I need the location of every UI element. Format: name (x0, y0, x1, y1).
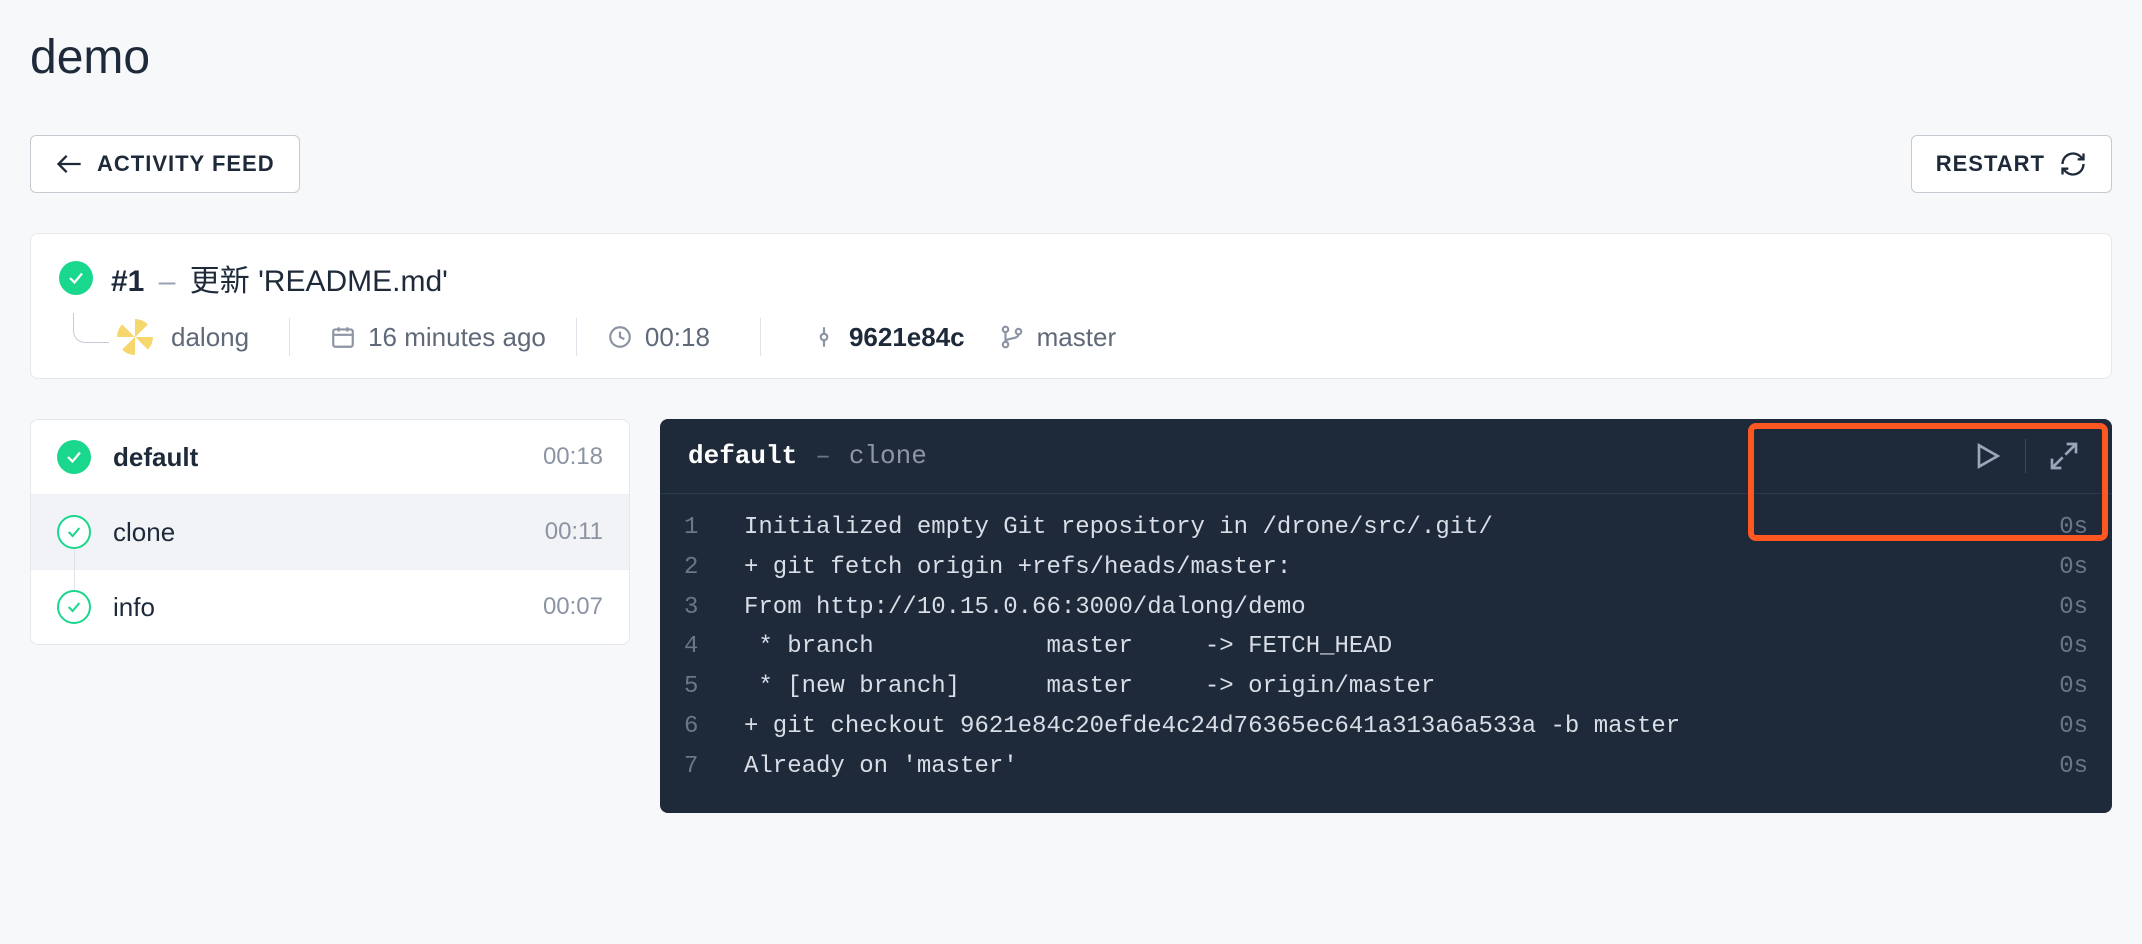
log-line-text: Initialized empty Git repository in /dro… (744, 508, 2039, 548)
log-header: default – clone (660, 419, 2112, 494)
meta-connector (73, 313, 109, 343)
calendar-icon (330, 324, 356, 350)
build-message: 更新 'README.md' (190, 265, 448, 298)
expand-icon (2048, 440, 2080, 472)
log-breadcrumb: default – clone (688, 441, 927, 471)
log-line-duration: 0s (2059, 508, 2088, 548)
log-line-text: * [new branch] master -> origin/master (744, 667, 2039, 707)
log-line-duration: 0s (2059, 667, 2088, 707)
log-line: 6 + git checkout 9621e84c20efde4c24d7636… (684, 707, 2088, 747)
log-stage: default (688, 441, 797, 471)
follow-logs-button[interactable] (1961, 435, 2013, 477)
build-time-ago: 16 minutes ago (330, 322, 546, 353)
log-line: 1 Initialized empty Git repository in /d… (684, 508, 2088, 548)
avatar (117, 319, 153, 355)
arrow-left-icon (55, 150, 83, 178)
action-divider (2025, 439, 2026, 473)
meta-separator (576, 318, 577, 356)
log-line-duration: 0s (2059, 627, 2088, 667)
stage-name: default (113, 442, 543, 473)
log-panel: default – clone 1 Init (660, 419, 2112, 813)
log-line-number: 3 (684, 588, 744, 628)
step-name: info (113, 592, 543, 623)
activity-feed-button[interactable]: ACTIVITY FEED (30, 135, 300, 193)
log-line-number: 5 (684, 667, 744, 707)
log-line: 4 * branch master -> FETCH_HEAD 0s (684, 627, 2088, 667)
log-line-number: 2 (684, 548, 744, 588)
log-line-number: 4 (684, 627, 744, 667)
step-name: clone (113, 517, 545, 548)
meta-separator (289, 318, 290, 356)
clock-icon (607, 324, 633, 350)
log-line-text: + git fetch origin +refs/heads/master: (744, 548, 2039, 588)
log-line-text: From http://10.15.0.66:3000/dalong/demo (744, 588, 2039, 628)
status-success-icon (59, 261, 93, 295)
step-item-info[interactable]: info 00:07 (31, 570, 629, 644)
log-line-duration: 0s (2059, 548, 2088, 588)
build-duration: 00:18 (607, 322, 710, 353)
refresh-icon (2059, 150, 2087, 178)
log-line-number: 6 (684, 707, 744, 747)
build-card: #1 – 更新 'README.md' dalong 16 minutes ag… (30, 233, 2112, 379)
build-dash: – (159, 265, 176, 298)
expand-logs-button[interactable] (2038, 435, 2090, 477)
build-branch[interactable]: master (999, 322, 1116, 353)
stage-item-default[interactable]: default 00:18 (31, 420, 629, 495)
stage-time: 00:18 (543, 443, 603, 471)
log-body: 1 Initialized empty Git repository in /d… (660, 494, 2112, 813)
steps-panel: default 00:18 clone 00:11 info 00:07 (30, 419, 630, 645)
restart-label: RESTART (1936, 151, 2045, 177)
restart-button[interactable]: RESTART (1911, 135, 2112, 193)
log-line-text: * branch master -> FETCH_HEAD (744, 627, 2039, 667)
log-line: 3 From http://10.15.0.66:3000/dalong/dem… (684, 588, 2088, 628)
build-number: #1 (111, 265, 144, 298)
log-line-duration: 0s (2059, 588, 2088, 628)
log-line-duration: 0s (2059, 747, 2088, 787)
status-success-icon (57, 440, 91, 474)
step-time: 00:11 (545, 518, 603, 546)
log-line-text: Already on 'master' (744, 747, 2039, 787)
branch-icon (999, 324, 1025, 350)
activity-feed-label: ACTIVITY FEED (97, 151, 275, 177)
log-dash: – (815, 441, 831, 471)
log-line: 2 + git fetch origin +refs/heads/master:… (684, 548, 2088, 588)
log-line: 7 Already on 'master' 0s (684, 747, 2088, 787)
toolbar: ACTIVITY FEED RESTART (30, 135, 2112, 193)
log-line-number: 1 (684, 508, 744, 548)
build-title: #1 – 更新 'README.md' (111, 256, 448, 300)
step-time: 00:07 (543, 593, 603, 621)
log-line: 5 * [new branch] master -> origin/master… (684, 667, 2088, 707)
log-step: clone (849, 441, 927, 471)
log-line-text: + git checkout 9621e84c20efde4c24d76365e… (744, 707, 2039, 747)
log-actions (1961, 435, 2090, 477)
build-commit[interactable]: 9621e84c (811, 322, 965, 353)
play-icon (1971, 440, 2003, 472)
status-success-icon (57, 590, 91, 624)
meta-separator (760, 318, 761, 356)
status-success-icon (57, 515, 91, 549)
build-meta: dalong 16 minutes ago 00:18 9621e84c mas… (73, 318, 2083, 356)
log-line-duration: 0s (2059, 707, 2088, 747)
step-item-clone[interactable]: clone 00:11 (31, 495, 629, 570)
commit-icon (811, 324, 837, 350)
build-author: dalong (171, 322, 249, 353)
log-line-number: 7 (684, 747, 744, 787)
page-title: demo (30, 0, 2112, 135)
